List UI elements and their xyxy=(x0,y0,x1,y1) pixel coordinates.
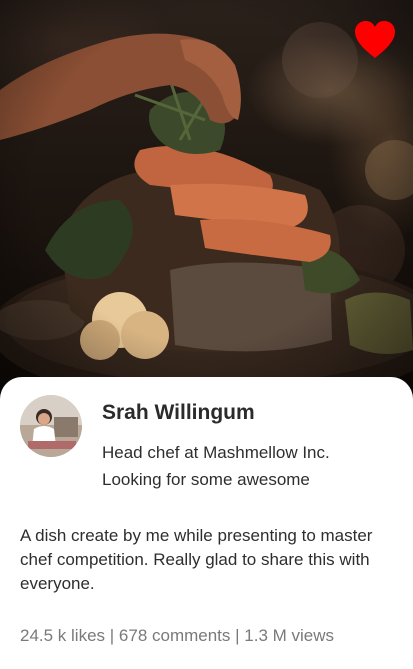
avatar[interactable] xyxy=(20,395,82,457)
post-stats: 24.5 k likes | 678 comments | 1.3 M view… xyxy=(20,626,335,645)
bio-line: Head chef at Mashmellow Inc. xyxy=(102,443,330,462)
post-details: Srah Willingum Head chef at Mashmellow I… xyxy=(0,377,413,669)
author-name[interactable]: Srah Willingum xyxy=(102,401,255,425)
author-bio: Head chef at Mashmellow Inc. Looking for… xyxy=(102,439,392,493)
heart-icon xyxy=(355,21,395,58)
like-button[interactable] xyxy=(353,20,397,60)
dish-illustration xyxy=(0,0,413,400)
post-description: A dish create by me while presenting to … xyxy=(20,526,373,593)
bio-line: Looking for some awesome xyxy=(102,470,310,489)
avatar-image xyxy=(20,395,82,457)
post-card: Srah Willingum Head chef at Mashmellow I… xyxy=(0,0,413,669)
dish-photo xyxy=(0,0,413,400)
